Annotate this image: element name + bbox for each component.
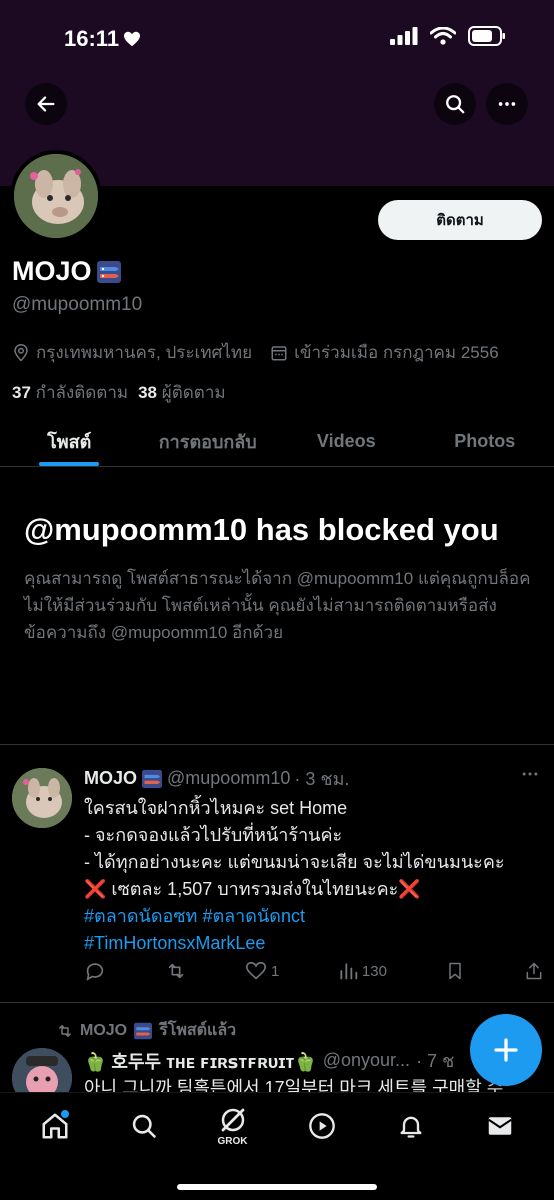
nav-search[interactable] [120, 1102, 168, 1150]
notification-dot [60, 1110, 69, 1118]
like-icon [246, 961, 267, 980]
avatar-image [14, 154, 98, 238]
home-indicator [177, 1184, 377, 1190]
hashtag-link[interactable]: #ตลาดนัดอซท [84, 906, 197, 926]
more-icon [498, 102, 516, 106]
profile-display-name: MOJO [12, 256, 122, 287]
cellular-signal-icon [390, 27, 418, 45]
nav-notifications[interactable] [387, 1102, 435, 1150]
video-icon [308, 1113, 335, 1139]
search-icon [446, 95, 465, 114]
compose-button[interactable] [470, 1014, 542, 1086]
profile-meta: กรุงเทพมหานคร, ประเทศไทย เข้าร่วมเมือ กร… [12, 339, 517, 366]
reply-icon [86, 963, 104, 981]
nav-home[interactable] [31, 1102, 79, 1150]
tab-replies[interactable]: การตอบกลับ [139, 416, 278, 466]
location-icon [14, 343, 28, 362]
profile-joined: เข้าร่วมเมือ กรกฎาคม 2556 [270, 339, 499, 366]
calendar-icon [271, 345, 287, 360]
blocked-description: คุณสามารถดู โพสต์สาธารณะได้จาก @mupoomm1… [24, 568, 531, 643]
profile-tabs: โพสต์ การตอบกลับ Videos Photos [0, 416, 554, 467]
followers-link[interactable]: 38 ผู้ติดตาม [138, 379, 226, 406]
divider [0, 744, 554, 745]
repost-icon [168, 963, 183, 979]
mail-icon [487, 1117, 512, 1135]
status-icons [390, 26, 506, 46]
more-options-button[interactable] [486, 83, 528, 125]
koinobori-emoji-icon [134, 1022, 153, 1039]
status-bar: 16:11 [0, 0, 554, 76]
search-button[interactable] [434, 83, 476, 125]
cross-mark-icon: ❌ [84, 879, 107, 899]
post-avatar[interactable] [12, 768, 72, 828]
profile-location: กรุงเทพมหานคร, ประเทศไทย [12, 339, 252, 366]
back-button[interactable] [25, 83, 67, 125]
status-time: 16:11 [64, 26, 141, 52]
repost-button[interactable] [165, 960, 187, 982]
wifi-icon [430, 27, 456, 45]
repost-icon [59, 1024, 71, 1037]
reply-button[interactable] [84, 960, 106, 982]
repost-context: MOJO รีโพสต์แล้ว [56, 1018, 236, 1043]
share-button[interactable] [524, 961, 544, 981]
following-link[interactable]: 37 กำลังติดตาม [12, 379, 128, 406]
hashtag-link[interactable]: #TimHortonsxMarkLee [84, 933, 265, 953]
nav-video[interactable] [298, 1102, 346, 1150]
heart-icon [124, 31, 141, 47]
post-body: MOJO @mupoomm10 · 3 ชม. ใครสนใจฝากหิ้วไห… [84, 764, 544, 957]
share-icon [526, 962, 542, 980]
koinobori-emoji-icon [142, 769, 163, 788]
bookmark-icon [449, 962, 462, 980]
battery-icon [468, 26, 505, 46]
like-button[interactable]: 1 [245, 960, 279, 982]
cross-mark-icon: ❌ [398, 879, 421, 899]
follow-counts: 37 กำลังติดตาม 38 ผู้ติดตาม [12, 379, 226, 406]
post-more-button[interactable] [520, 764, 540, 790]
post-text: ใครสนใจฝากหิ้วไหมคะ set Home - จะกดจองแล… [84, 798, 505, 953]
back-arrow-icon [37, 96, 55, 112]
search-icon [132, 1114, 156, 1138]
grok-icon [221, 1108, 244, 1132]
profile-handle: @mupoomm10 [12, 294, 143, 315]
post-actions: 1 130 [84, 960, 544, 982]
blocked-title: @mupoomm10 has blocked you [24, 512, 499, 547]
nav-messages[interactable] [476, 1102, 524, 1150]
tab-photos[interactable]: Photos [416, 416, 554, 466]
blocked-notice: @mupoomm10 has blocked you คุณสามารถดู โ… [24, 508, 534, 647]
nav-grok[interactable]: GROK [209, 1102, 257, 1150]
bookmark-button[interactable] [445, 961, 465, 981]
hashtag-link[interactable]: #ตลาดนัดnct [202, 906, 305, 926]
follow-button[interactable]: ติดตาม [378, 200, 542, 240]
post-avatar-image [12, 768, 72, 828]
post-header: MOJO @mupoomm10 · 3 ชม. [84, 768, 350, 789]
views-button[interactable]: 130 [338, 961, 387, 981]
compose-icon [494, 1038, 518, 1062]
profile-avatar[interactable] [10, 150, 102, 242]
divider [0, 1002, 554, 1003]
views-icon [340, 963, 358, 980]
koinobori-emoji-icon [96, 260, 121, 283]
tab-posts[interactable]: โพสต์ [0, 416, 139, 466]
more-icon [522, 772, 538, 776]
bell-icon [400, 1116, 421, 1138]
tab-videos[interactable]: Videos [277, 416, 416, 466]
